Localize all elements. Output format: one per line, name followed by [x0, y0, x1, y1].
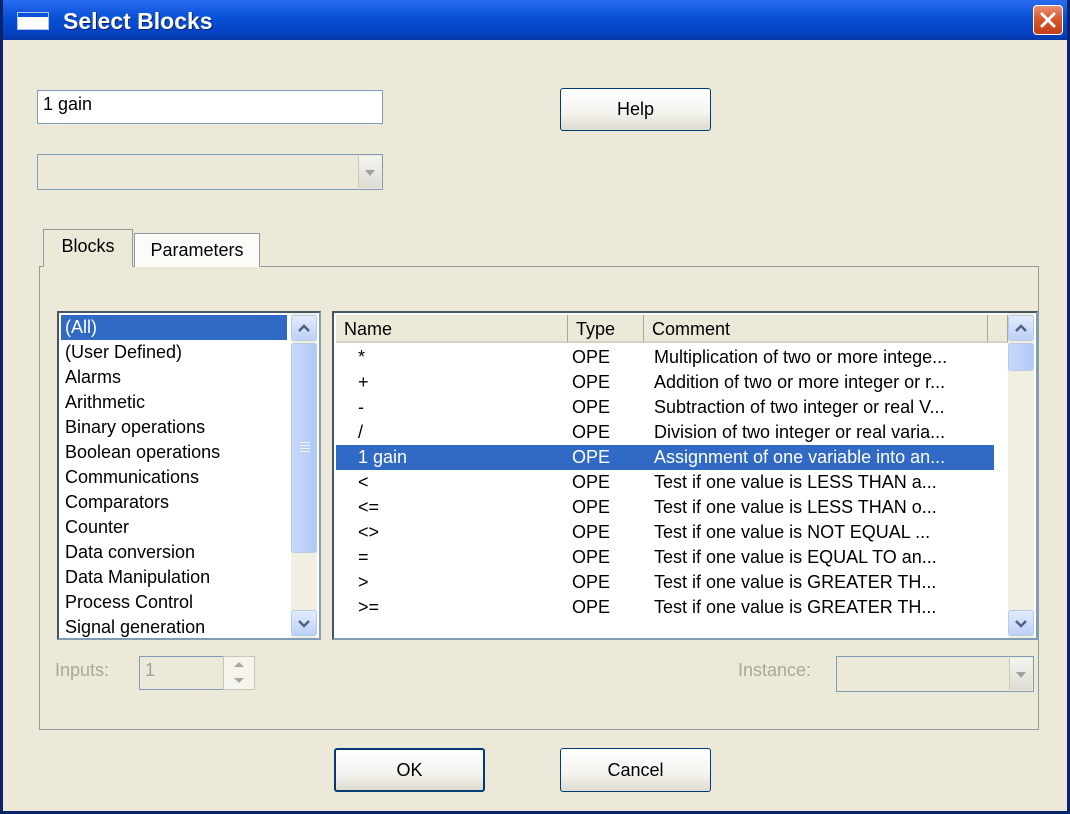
inputs-field: 1 [139, 656, 225, 690]
category-item[interactable]: Arithmetic [61, 390, 287, 415]
cell-name: <= [358, 497, 380, 517]
cell-type: OPE [572, 597, 611, 617]
cell-name: < [358, 472, 369, 492]
scroll-down-button[interactable] [291, 610, 317, 636]
cell-comment: Multiplication of two or more intege... [654, 347, 948, 367]
cancel-button[interactable]: Cancel [560, 748, 711, 792]
cell-name: <> [358, 522, 380, 542]
spin-up-icon [224, 658, 254, 673]
inputs-spinner [223, 656, 255, 690]
cell-name: > [358, 572, 369, 592]
search-input[interactable]: 1 gain [37, 90, 383, 124]
instance-label: Instance: [738, 660, 812, 680]
cell-type: OPE [572, 472, 611, 492]
title-bar: Select Blocks [3, 0, 1067, 40]
scroll-thumb[interactable] [1008, 343, 1034, 371]
close-icon [1040, 12, 1056, 28]
chevron-down-icon [358, 156, 381, 188]
ok-button[interactable]: OK [334, 748, 485, 792]
category-item[interactable]: (User Defined) [61, 340, 287, 365]
cell-comment: Test if one value is LESS THAN o... [654, 497, 937, 517]
scroll-up-button[interactable] [1008, 315, 1034, 341]
type-dropdown [37, 154, 383, 190]
table-row[interactable]: >= OPE Test if one value is GREATER TH... [336, 595, 994, 620]
cell-type: OPE [572, 497, 611, 517]
cell-comment: Test if one value is EQUAL TO an... [654, 547, 937, 567]
category-item[interactable]: Communications [61, 465, 287, 490]
chevron-down-icon [298, 620, 310, 628]
help-button[interactable]: Help [560, 88, 711, 131]
cell-comment: Division of two integer or real varia... [654, 422, 946, 442]
cell-type: OPE [572, 522, 611, 542]
cell-comment: Assignment of one variable into an... [654, 447, 946, 467]
cell-comment: Test if one value is GREATER TH... [654, 597, 937, 617]
column-header-type[interactable]: Type [568, 315, 644, 343]
blocks-table[interactable]: Name Type Comment * OPE Multiplication of … [332, 311, 1038, 640]
cell-comment: Test if one value is NOT EQUAL ... [654, 522, 931, 542]
chevron-down-icon [1015, 620, 1027, 628]
table-row[interactable]: > OPE Test if one value is GREATER TH... [336, 570, 994, 595]
category-item[interactable]: Data Manipulation [61, 565, 287, 590]
cell-comment: Addition of two or more integer or r... [654, 372, 946, 392]
category-list[interactable]: (All) (User Defined) Alarms Arithmetic Binar… [57, 311, 321, 640]
category-item[interactable]: Process Control [61, 590, 287, 615]
cell-comment: Subtraction of two integer or real V... [654, 397, 945, 417]
cell-type: OPE [572, 547, 611, 567]
table-row[interactable]: - OPE Subtraction of two integer or real V… [336, 395, 994, 420]
table-row[interactable]: < OPE Test if one value is LESS THAN a... [336, 470, 994, 495]
category-item[interactable]: Signal generation [61, 615, 287, 638]
cell-type: OPE [572, 447, 611, 467]
cell-name: = [358, 547, 369, 567]
cell-name: 1 gain [358, 447, 408, 467]
chevron-down-icon [1009, 658, 1032, 690]
tab-blocks[interactable]: Blocks [43, 229, 133, 267]
scroll-up-button[interactable] [291, 315, 317, 341]
table-row[interactable]: * OPE Multiplication of two or more intege… [336, 345, 994, 370]
inputs-label: Inputs: [55, 660, 110, 680]
close-button[interactable] [1033, 5, 1063, 35]
scroll-thumb[interactable] [291, 343, 317, 553]
table-row[interactable]: / OPE Division of two integer or real vari… [336, 420, 994, 445]
cell-type: OPE [572, 572, 611, 592]
category-item[interactable]: Alarms [61, 365, 287, 390]
category-scrollbar[interactable] [291, 313, 317, 638]
scroll-down-button[interactable] [1008, 610, 1034, 636]
cell-name: + [358, 372, 369, 392]
cell-name: >= [358, 597, 380, 617]
cell-name: - [358, 397, 364, 417]
cell-comment: Test if one value is LESS THAN a... [654, 472, 937, 492]
window-icon [17, 12, 49, 30]
table-row[interactable]: <= OPE Test if one value is LESS THAN o... [336, 495, 994, 520]
category-item[interactable]: (All) [61, 315, 287, 340]
tab-parameters[interactable]: Parameters [134, 233, 260, 267]
instance-dropdown [836, 656, 1034, 692]
spin-down-icon [224, 673, 254, 688]
table-row[interactable]: <> OPE Test if one value is NOT EQUAL ... [336, 520, 994, 545]
cell-comment: Test if one value is GREATER TH... [654, 572, 937, 592]
category-item[interactable]: Data conversion [61, 540, 287, 565]
chevron-up-icon [298, 324, 310, 332]
column-header-name[interactable]: Name [336, 315, 568, 343]
cell-type: OPE [572, 397, 611, 417]
cell-name: / [358, 422, 364, 442]
cell-type: OPE [572, 422, 611, 442]
table-row[interactable]: + OPE Addition of two or more integer or r… [336, 370, 994, 395]
category-item[interactable]: Comparators [61, 490, 287, 515]
select-blocks-dialog: Select Blocks 1 gain Help Blocks Paramet… [0, 0, 1070, 814]
column-header-comment[interactable]: Comment [644, 315, 988, 343]
column-header-filler [988, 315, 1008, 343]
category-item[interactable]: Binary operations [61, 415, 287, 440]
cell-name: * [358, 347, 366, 367]
table-row[interactable]: = OPE Test if one value is EQUAL TO an... [336, 545, 994, 570]
cell-type: OPE [572, 347, 611, 367]
table-row[interactable]: 1 gain OPE Assignment of one variable into… [336, 445, 994, 470]
category-item[interactable]: Boolean operations [61, 440, 287, 465]
cell-type: OPE [572, 372, 611, 392]
chevron-up-icon [1015, 324, 1027, 332]
window-title: Select Blocks [63, 8, 213, 34]
category-item[interactable]: Counter [61, 515, 287, 540]
blocks-scrollbar[interactable] [1008, 313, 1034, 638]
